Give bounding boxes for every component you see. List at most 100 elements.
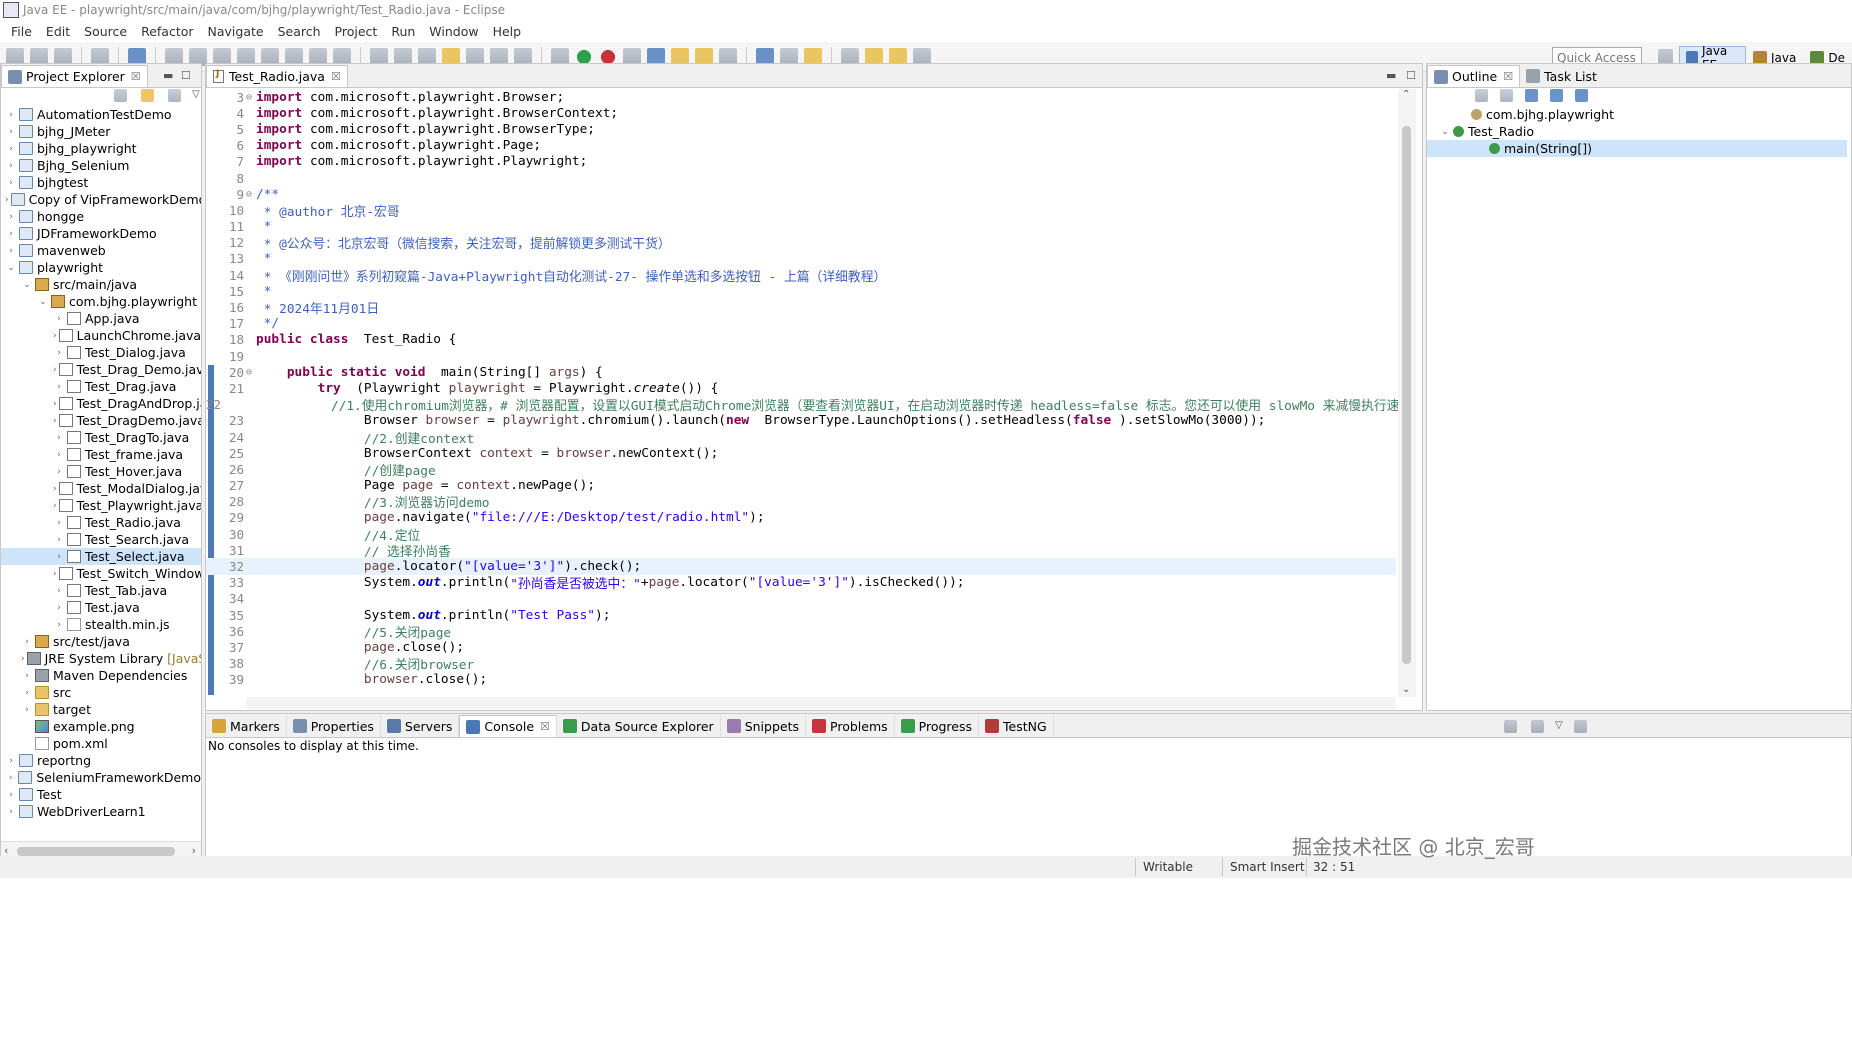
tree-item[interactable]: ⌄ playwright bbox=[1, 259, 201, 276]
outline-item[interactable]: ⌄ Test_Radio bbox=[1427, 123, 1847, 140]
minimize-icon[interactable] bbox=[1573, 720, 1587, 733]
collapsed-chevron-icon[interactable]: › bbox=[53, 348, 65, 358]
tab-console[interactable]: Console ☒ bbox=[459, 715, 557, 737]
code-line[interactable]: 24 //2.创建context bbox=[206, 429, 1396, 447]
collapsed-chevron-icon[interactable]: › bbox=[5, 756, 17, 766]
collapsed-chevron-icon[interactable]: › bbox=[53, 382, 65, 392]
collapsed-chevron-icon[interactable]: › bbox=[53, 399, 57, 409]
collapsed-chevron-icon[interactable]: › bbox=[53, 569, 57, 579]
collapsed-chevron-icon[interactable]: › bbox=[5, 807, 17, 817]
code-line[interactable]: 26 //创建page bbox=[206, 461, 1396, 479]
tree-item[interactable]: › reportng bbox=[1, 752, 201, 769]
tree-item[interactable]: ⌄ src/main/java bbox=[1, 276, 201, 293]
collapsed-chevron-icon[interactable]: › bbox=[5, 161, 17, 171]
scrollbar-thumb[interactable] bbox=[1402, 126, 1411, 664]
tab-problems[interactable]: Problems bbox=[806, 715, 895, 737]
link-editor-icon[interactable] bbox=[141, 89, 154, 102]
tree-item[interactable]: › Test_Drag_Demo.java bbox=[1, 361, 201, 378]
display-console-icon[interactable] bbox=[1531, 720, 1544, 733]
code-line[interactable]: 19 bbox=[206, 348, 1396, 364]
collapsed-chevron-icon[interactable]: › bbox=[5, 110, 17, 120]
tree-item[interactable]: › JDFrameworkDemo bbox=[1, 225, 201, 242]
close-icon[interactable]: ☒ bbox=[131, 70, 141, 83]
expanded-chevron-icon[interactable]: ⌄ bbox=[5, 263, 17, 273]
scroll-up-icon[interactable]: ⌃ bbox=[1402, 89, 1410, 100]
code-line[interactable]: 12 * @公众号：北京宏哥（微信搜索，关注宏哥，提前解锁更多测试干货） bbox=[206, 235, 1396, 252]
tree-item[interactable]: › Test_Switch_Window.java bbox=[1, 565, 201, 582]
collapsed-chevron-icon[interactable]: › bbox=[53, 484, 57, 494]
expanded-chevron-icon[interactable]: ⌄ bbox=[21, 280, 33, 290]
tree-item[interactable]: › src bbox=[1, 684, 201, 701]
fold-toggle-icon[interactable]: ⊖ bbox=[246, 367, 256, 378]
tree-item[interactable]: › Test_Drag.java bbox=[1, 378, 201, 395]
minimize-icon[interactable]: ▬ bbox=[1386, 69, 1396, 82]
collapsed-chevron-icon[interactable]: › bbox=[53, 416, 57, 426]
collapsed-chevron-icon[interactable]: › bbox=[53, 433, 65, 443]
close-icon[interactable]: ☒ bbox=[331, 70, 341, 83]
minimize-icon[interactable]: ▬ bbox=[163, 69, 173, 82]
code-line[interactable]: 25 BrowserContext context = browser .newC… bbox=[206, 445, 1396, 461]
collapsed-chevron-icon[interactable]: › bbox=[5, 144, 17, 154]
tab-progress[interactable]: Progress bbox=[895, 715, 979, 737]
vertical-scrollbar[interactable]: ⌃ ⌄ bbox=[1398, 89, 1416, 697]
tree-item[interactable]: › Test_frame.java bbox=[1, 446, 201, 463]
menu-edit[interactable]: Edit bbox=[39, 24, 77, 39]
code-line[interactable]: 30 //4.定位 bbox=[206, 526, 1396, 544]
collapsed-chevron-icon[interactable]: › bbox=[53, 501, 57, 511]
tree-item[interactable]: › Test_Tab.java bbox=[1, 582, 201, 599]
tree-item[interactable]: › target bbox=[1, 701, 201, 718]
tree-item[interactable]: example.png bbox=[1, 718, 201, 735]
filter-icon[interactable] bbox=[168, 89, 181, 102]
menu-run[interactable]: Run bbox=[384, 24, 422, 39]
tree-item[interactable]: › Copy of VipFrameworkDemo bbox=[1, 191, 201, 208]
tree-item[interactable]: › Test_Select.java bbox=[1, 548, 201, 565]
code-line[interactable]: 16 * 2024年11月01日 bbox=[206, 299, 1396, 317]
collapsed-chevron-icon[interactable]: › bbox=[21, 688, 33, 698]
collapsed-chevron-icon[interactable]: › bbox=[53, 620, 65, 630]
tree-item[interactable]: › Test.java bbox=[1, 599, 201, 616]
collapsed-chevron-icon[interactable]: › bbox=[53, 467, 65, 477]
tree-item[interactable]: › Test_Dialog.java bbox=[1, 344, 201, 361]
view-menu-icon[interactable]: ▽ bbox=[192, 89, 200, 102]
collapsed-chevron-icon[interactable]: › bbox=[53, 552, 65, 562]
code-line[interactable]: 14 * 《刚刚问世》系列初窥篇-Java+Playwright自动化测试-27… bbox=[206, 267, 1396, 285]
tab-servers[interactable]: Servers bbox=[381, 715, 460, 737]
open-console-icon[interactable] bbox=[1504, 720, 1517, 733]
collapsed-chevron-icon[interactable]: › bbox=[5, 773, 16, 783]
tree-item[interactable]: › hongge bbox=[1, 208, 201, 225]
collapsed-chevron-icon[interactable]: › bbox=[53, 535, 65, 545]
code-line[interactable]: 37 page .close(); bbox=[206, 639, 1396, 655]
scroll-down-icon[interactable]: ⌄ bbox=[1402, 684, 1410, 695]
tree-item[interactable]: › Test_ModalDialog.java bbox=[1, 480, 201, 497]
collapsed-chevron-icon[interactable]: › bbox=[5, 229, 17, 239]
code-line[interactable]: 7 import com.microsoft.playwright.Playwri… bbox=[206, 154, 1396, 170]
collapsed-chevron-icon[interactable]: › bbox=[21, 637, 33, 647]
view-menu-icon[interactable]: ▽ bbox=[1555, 720, 1563, 733]
sort-icon[interactable] bbox=[1475, 89, 1488, 102]
code-line[interactable]: 8 bbox=[206, 170, 1396, 186]
tab-project-explorer[interactable]: Project Explorer ☒ bbox=[1, 65, 148, 87]
tree-item[interactable]: › Bjhg_Selenium bbox=[1, 157, 201, 174]
hide-static-icon[interactable] bbox=[1550, 89, 1563, 102]
menu-refactor[interactable]: Refactor bbox=[134, 24, 200, 39]
tree-item[interactable]: › Test_Playwright.java bbox=[1, 497, 201, 514]
tree-item[interactable]: › mavenweb bbox=[1, 242, 201, 259]
collapse-all-icon[interactable] bbox=[1500, 89, 1513, 102]
code-line[interactable]: 15 * bbox=[206, 283, 1396, 299]
scrollbar-thumb[interactable] bbox=[17, 847, 175, 856]
tab-snippets[interactable]: Snippets bbox=[721, 715, 807, 737]
tree-item[interactable]: › AutomationTestDemo bbox=[1, 106, 201, 123]
expanded-chevron-icon[interactable]: ⌄ bbox=[1439, 127, 1451, 137]
tree-item[interactable]: › bjhgtest bbox=[1, 174, 201, 191]
code-line[interactable]: 4 import com.microsoft.playwright.Browser… bbox=[206, 105, 1396, 121]
collapsed-chevron-icon[interactable]: › bbox=[53, 603, 65, 613]
tree-item[interactable]: › SeleniumFrameworkDemo bbox=[1, 769, 201, 786]
horizontal-scrollbar[interactable] bbox=[246, 697, 1396, 709]
tree-item[interactable]: › Maven Dependencies bbox=[1, 667, 201, 684]
fold-toggle-icon[interactable]: ⊖ bbox=[246, 92, 256, 103]
code-line[interactable]: 31 // 选择孙尚香 bbox=[206, 542, 1396, 560]
collapsed-chevron-icon[interactable]: › bbox=[53, 586, 65, 596]
code-line[interactable]: 29 page .navigate("file:///E:/Desktop/tes… bbox=[206, 510, 1396, 526]
tab-markers[interactable]: Markers bbox=[206, 715, 287, 737]
code-line[interactable]: 32 page .locator("[value='3']").check(); bbox=[206, 558, 1396, 575]
